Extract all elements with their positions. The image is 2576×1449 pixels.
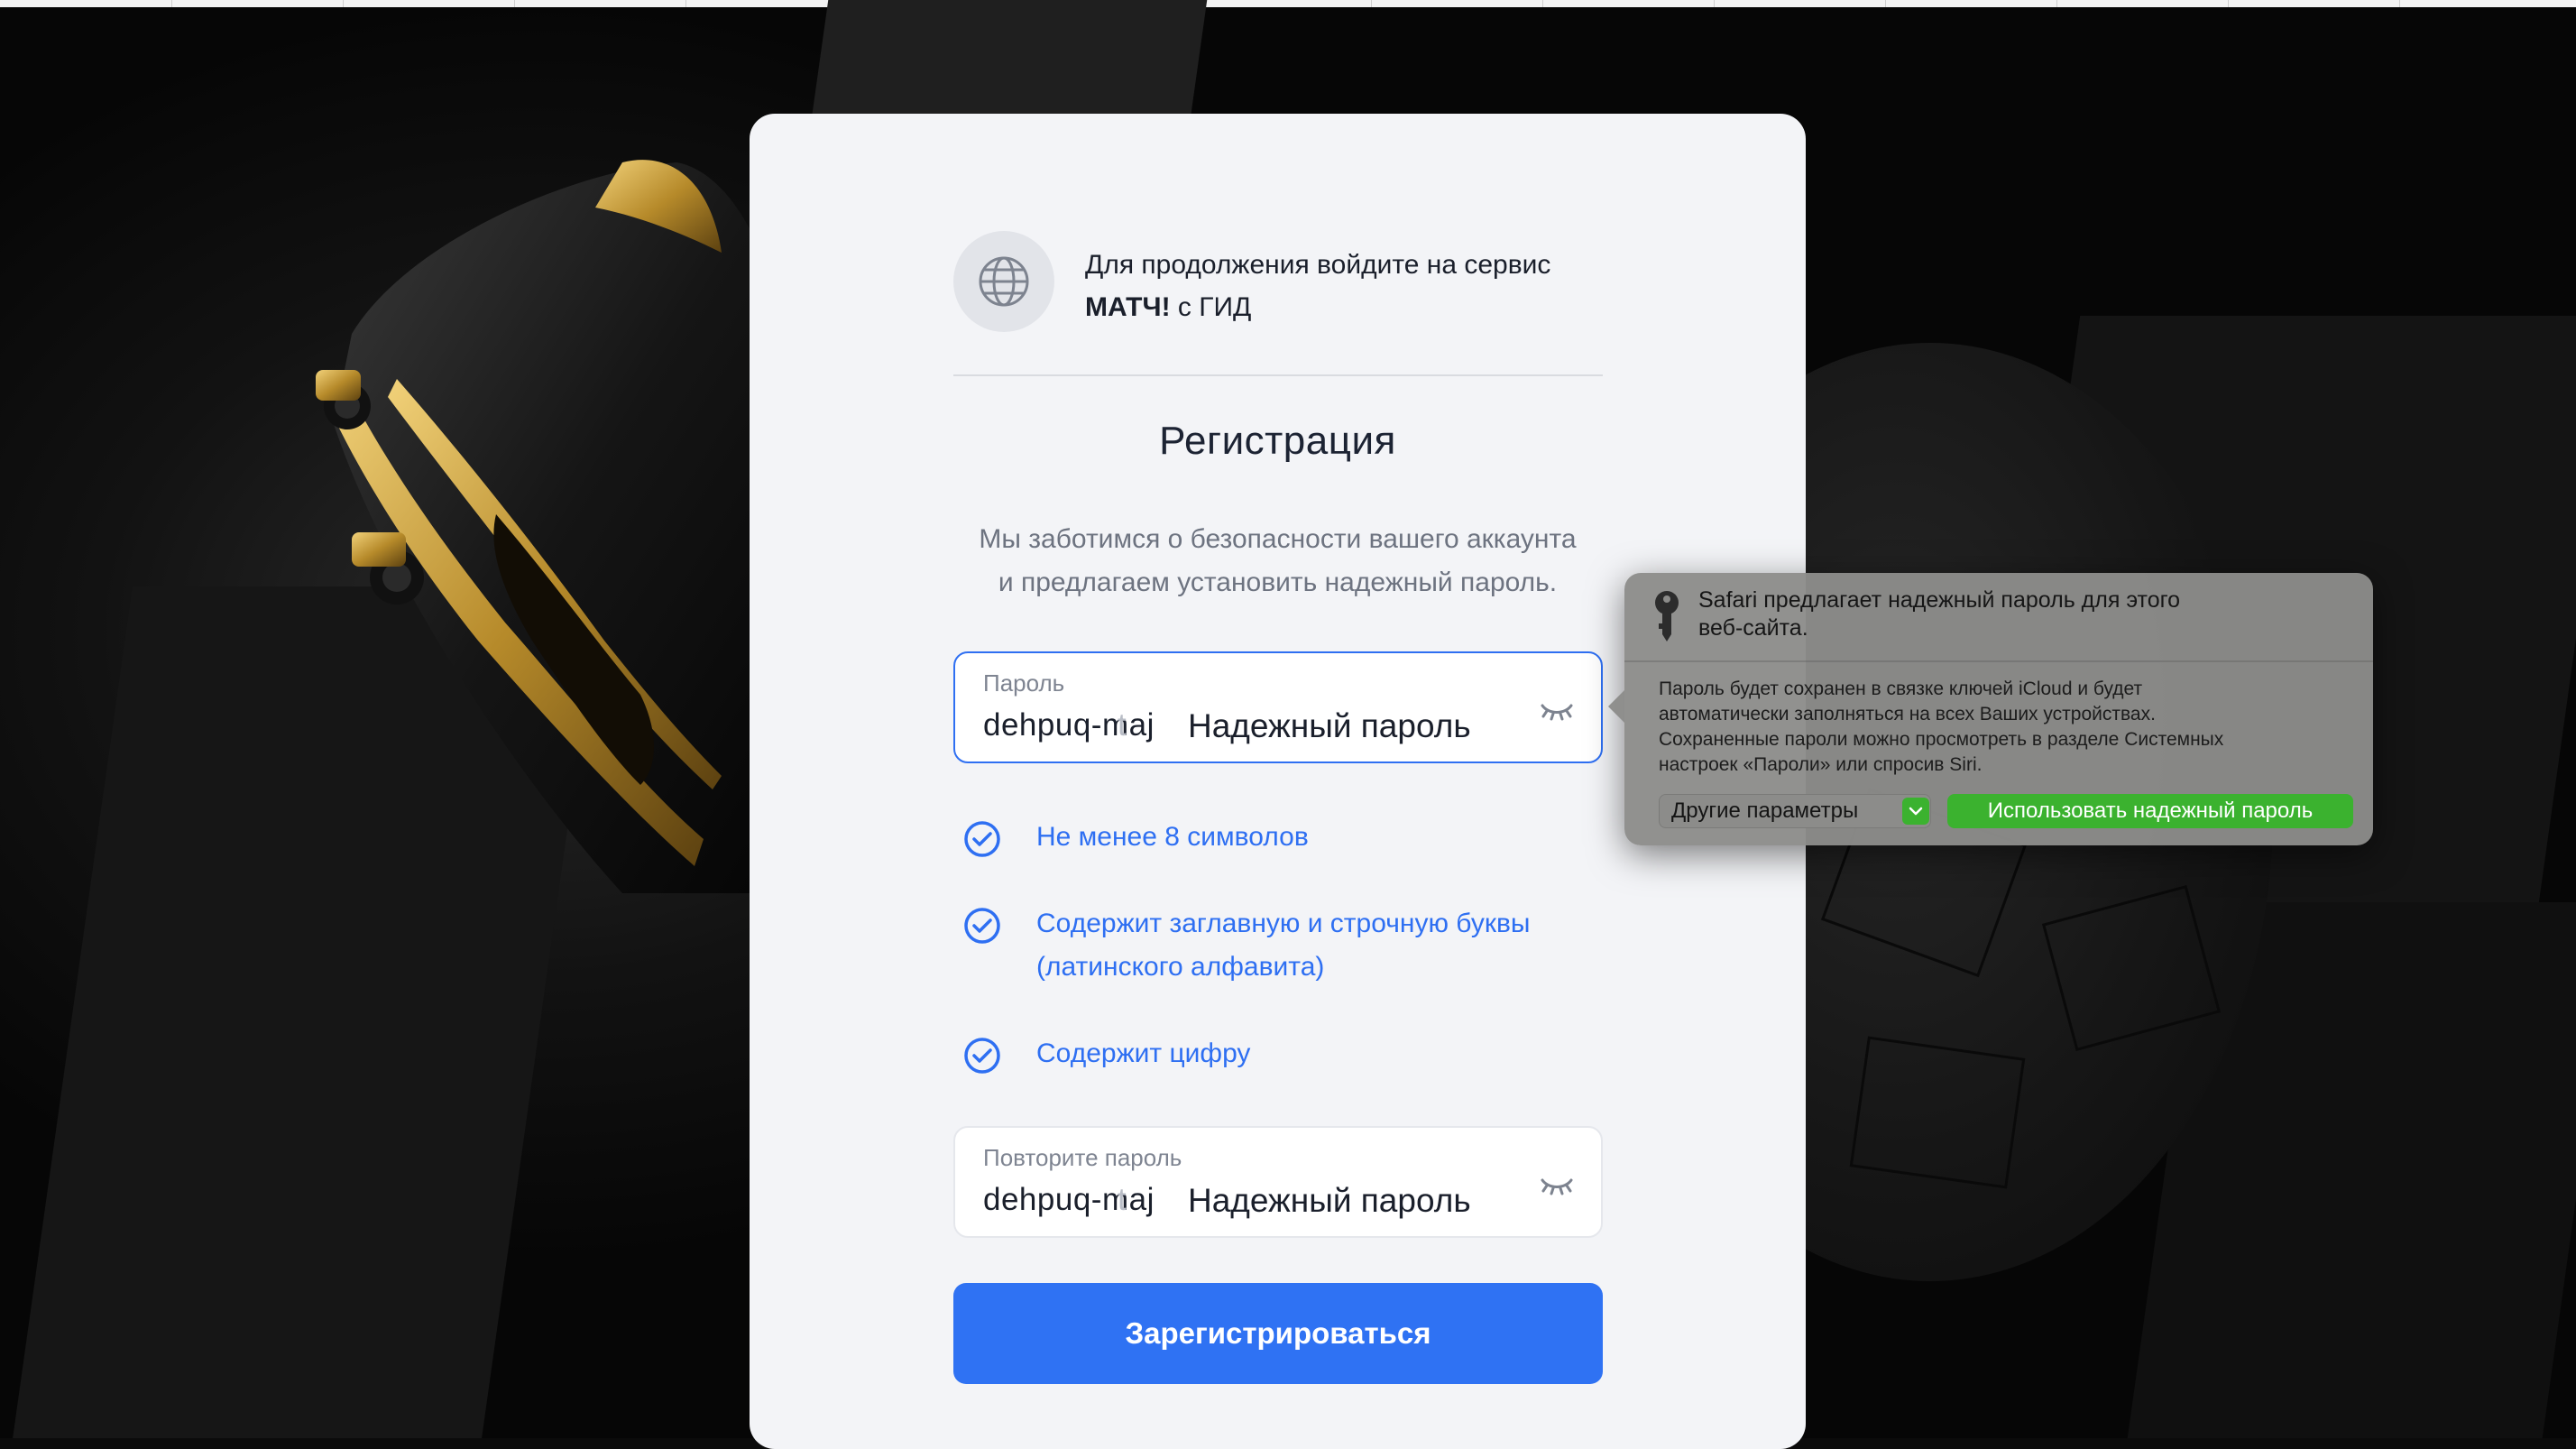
requirement-case: Содержит заглавную и строчную буквы (лат… xyxy=(962,902,1612,992)
strong-password-overlay: Надежный пароль xyxy=(1181,707,1471,745)
popover-desc-line-1: Пароль будет сохранен в связке ключей iC… xyxy=(1659,678,2143,699)
football-boot-image xyxy=(316,160,785,893)
popover-desc-line-3: Сохраненные пароли можно просмотреть в р… xyxy=(1659,729,2224,750)
other-options-dropdown-button[interactable] xyxy=(1902,798,1929,825)
subtitle-line-2: и предлагаем установить надежный пароль. xyxy=(998,568,1558,597)
requirement-line-2: (латинского алфавита) xyxy=(1036,952,1325,982)
repeat-password-value-faded: t xyxy=(1118,1182,1127,1217)
key-icon xyxy=(1655,591,1679,641)
requirement-text: Содержит цифру xyxy=(1036,1038,1251,1068)
password-field[interactable]: Пароль dehpuq-maj t Надежный пароль xyxy=(953,651,1603,763)
divider xyxy=(953,374,1603,376)
repeat-password-field[interactable]: Повторите пароль dehpuq-maj t Надежный п… xyxy=(953,1126,1603,1238)
other-options-select[interactable]: Другие параметры xyxy=(1659,794,1931,828)
page-title: Регистрация xyxy=(1159,419,1396,463)
requirement-text: Не менее 8 символов xyxy=(1036,822,1309,852)
popover-title: Safari предлагает надежный пароль для эт… xyxy=(1698,586,2312,642)
popover-desc-line-2: автоматически заполняться на всех Ваших … xyxy=(1659,704,2156,724)
password-value-faded: t xyxy=(1118,707,1127,743)
popover-title-line-2: веб-сайта. xyxy=(1698,615,1808,641)
repeat-password-value: dehpuq-maj xyxy=(983,1182,1155,1217)
use-strong-password-button[interactable]: Использовать надежный пароль xyxy=(1947,794,2353,828)
globe-icon xyxy=(979,256,1029,307)
check-circle-icon xyxy=(964,908,1000,944)
password-label: Пароль xyxy=(983,669,1065,697)
popover-title-line-1: Safari предлагает надежный пароль для эт… xyxy=(1698,587,2181,613)
top-edge-strip xyxy=(0,0,2576,7)
eye-closed-icon[interactable] xyxy=(1540,1175,1574,1196)
safari-password-popover: Safari предлагает надежный пароль для эт… xyxy=(1608,573,2373,845)
popover-description: Пароль будет сохранен в связке ключей iC… xyxy=(1659,677,2344,778)
service-text: Для продолжения войдите на сервис МАТЧ! … xyxy=(1085,244,1644,328)
service-suffix: с ГИД xyxy=(1177,292,1252,322)
requirement-digit: Содержит цифру xyxy=(962,1032,1612,1077)
requirement-text: Содержит заглавную и строчную буквы (лат… xyxy=(1036,902,1614,989)
service-avatar xyxy=(953,231,1054,332)
repeat-password-label: Повторите пароль xyxy=(983,1144,1182,1171)
other-options-label: Другие параметры xyxy=(1671,798,1859,823)
subtitle-line-1: Мы заботимся о безопасности вашего аккау… xyxy=(979,524,1577,554)
service-banner: Для продолжения войдите на сервис МАТЧ! … xyxy=(953,231,1603,336)
popover-desc-line-4: настроек «Пароли» или спросив Siri. xyxy=(1659,754,1983,775)
check-circle-icon xyxy=(964,1038,1000,1074)
service-name: МАТЧ! xyxy=(1085,292,1171,322)
popover-arrow xyxy=(1608,690,1624,723)
service-prefix: Для продолжения войдите на сервис xyxy=(1085,250,1551,280)
password-value: dehpuq-maj xyxy=(983,707,1155,743)
chevron-down-icon xyxy=(1909,807,1923,816)
page-subtitle: Мы заботимся о безопасности вашего аккау… xyxy=(912,518,1643,605)
requirement-line-1: Содержит заглавную и строчную буквы xyxy=(1036,909,1531,938)
strong-password-overlay: Надежный пароль xyxy=(1181,1182,1471,1220)
requirement-min-length: Не менее 8 символов xyxy=(962,816,1612,861)
eye-closed-icon[interactable] xyxy=(1540,700,1574,722)
register-button[interactable]: Зарегистрироваться xyxy=(953,1283,1603,1384)
check-circle-icon xyxy=(964,821,1000,857)
popover-divider xyxy=(1624,660,2373,662)
